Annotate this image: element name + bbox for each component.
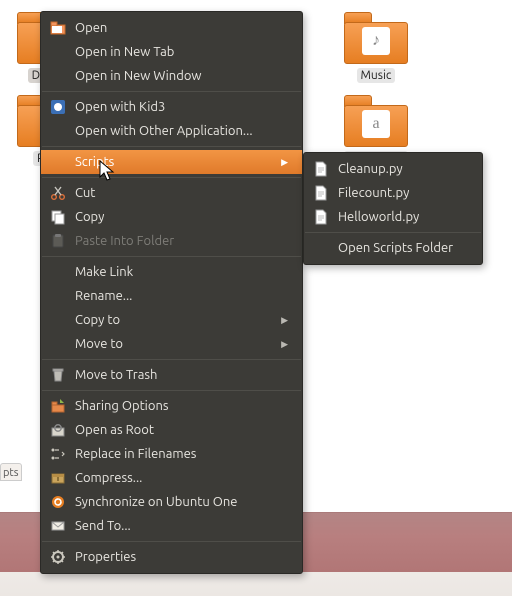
root-icon xyxy=(49,422,67,438)
menu-separator xyxy=(42,256,301,257)
copy-icon xyxy=(49,209,67,225)
folder-music[interactable]: ♪ Music xyxy=(333,12,419,83)
menu-label: Move to Trash xyxy=(75,368,288,382)
folder-label: Music xyxy=(357,68,396,83)
menu-separator xyxy=(42,91,301,92)
menu-open-new-tab[interactable]: Open in New Tab xyxy=(41,40,302,64)
menu-label: Open with Kid3 xyxy=(75,100,288,114)
menu-sync-ubuntu-one[interactable]: Synchronize on Ubuntu One xyxy=(41,490,302,514)
menu-label: Scripts xyxy=(75,155,281,169)
music-note-icon: ♪ xyxy=(362,27,390,55)
cut-icon xyxy=(49,185,67,201)
document-icon: a xyxy=(362,110,390,138)
menu-separator xyxy=(42,541,301,542)
menu-make-link[interactable]: Make Link xyxy=(41,260,302,284)
menu-label: Open in New Tab xyxy=(75,45,288,59)
menu-label: Open in New Window xyxy=(75,69,288,83)
file-icon xyxy=(312,209,330,225)
send-icon xyxy=(49,518,67,534)
menu-move-to[interactable]: Move to ▶ xyxy=(41,332,302,356)
menu-open-with-kid3[interactable]: Open with Kid3 xyxy=(41,95,302,119)
menu-label: Open Scripts Folder xyxy=(338,241,468,255)
properties-icon xyxy=(49,549,67,565)
paste-icon xyxy=(49,233,67,249)
menu-cut[interactable]: Cut xyxy=(41,181,302,205)
folder-open-icon xyxy=(49,20,67,36)
folder-icon: ♪ xyxy=(344,12,408,64)
menu-separator xyxy=(42,390,301,391)
submenu-arrow-icon: ▶ xyxy=(281,339,288,350)
menu-label: Helloworld.py xyxy=(338,210,468,224)
context-menu: Open Open in New Tab Open in New Window … xyxy=(40,11,303,574)
menu-label: Send To... xyxy=(75,519,288,533)
menu-separator xyxy=(42,146,301,147)
menu-label: Move to xyxy=(75,337,281,351)
menu-rename[interactable]: Rename... xyxy=(41,284,302,308)
menu-label: Open with Other Application... xyxy=(75,124,288,138)
submenu-arrow-icon: ▶ xyxy=(281,315,288,326)
menu-label: Open xyxy=(75,21,288,35)
menu-scripts[interactable]: Scripts ▶ xyxy=(41,150,302,174)
folder-icon: a xyxy=(344,95,408,147)
menu-label: Rename... xyxy=(75,289,288,303)
menu-open-with-other[interactable]: Open with Other Application... xyxy=(41,119,302,143)
menu-label: Synchronize on Ubuntu One xyxy=(75,495,288,509)
menu-label: Open as Root xyxy=(75,423,288,437)
menu-copy[interactable]: Copy xyxy=(41,205,302,229)
tab-fragment: pts xyxy=(0,463,22,481)
menu-label: Paste Into Folder xyxy=(75,234,288,248)
share-icon xyxy=(49,398,67,414)
menu-separator xyxy=(305,232,481,233)
menu-sharing-options[interactable]: Sharing Options xyxy=(41,394,302,418)
menu-label: Copy to xyxy=(75,313,281,327)
menu-open[interactable]: Open xyxy=(41,16,302,40)
menu-label: Replace in Filenames xyxy=(75,447,288,461)
menu-send-to[interactable]: Send To... xyxy=(41,514,302,538)
menu-open-as-root[interactable]: Open as Root xyxy=(41,418,302,442)
menu-label: Make Link xyxy=(75,265,288,279)
menu-properties[interactable]: Properties xyxy=(41,545,302,569)
compress-icon xyxy=(49,470,67,486)
replace-icon xyxy=(49,446,67,462)
submenu-arrow-icon: ▶ xyxy=(281,157,288,168)
trash-icon xyxy=(49,367,67,383)
menu-label: Compress... xyxy=(75,471,288,485)
menu-label: Cut xyxy=(75,186,288,200)
menu-compress[interactable]: Compress... xyxy=(41,466,302,490)
script-cleanup[interactable]: Cleanup.py xyxy=(304,157,482,181)
menu-label: Copy xyxy=(75,210,288,224)
script-filecount[interactable]: Filecount.py xyxy=(304,181,482,205)
menu-separator xyxy=(42,177,301,178)
menu-label: Filecount.py xyxy=(338,186,468,200)
file-icon xyxy=(312,185,330,201)
menu-copy-to[interactable]: Copy to ▶ xyxy=(41,308,302,332)
menu-label: Properties xyxy=(75,550,288,564)
menu-open-new-window[interactable]: Open in New Window xyxy=(41,64,302,88)
script-helloworld[interactable]: Helloworld.py xyxy=(304,205,482,229)
menu-replace-in-filenames[interactable]: Replace in Filenames xyxy=(41,442,302,466)
file-icon xyxy=(312,161,330,177)
sync-icon xyxy=(49,494,67,510)
open-scripts-folder[interactable]: Open Scripts Folder xyxy=(304,236,482,260)
app-icon xyxy=(49,99,67,115)
menu-label: Sharing Options xyxy=(75,399,288,413)
menu-paste-into-folder: Paste Into Folder xyxy=(41,229,302,253)
scripts-submenu: Cleanup.py Filecount.py Helloworld.py Op… xyxy=(303,152,483,265)
menu-separator xyxy=(42,359,301,360)
menu-label: Cleanup.py xyxy=(338,162,468,176)
menu-move-to-trash[interactable]: Move to Trash xyxy=(41,363,302,387)
